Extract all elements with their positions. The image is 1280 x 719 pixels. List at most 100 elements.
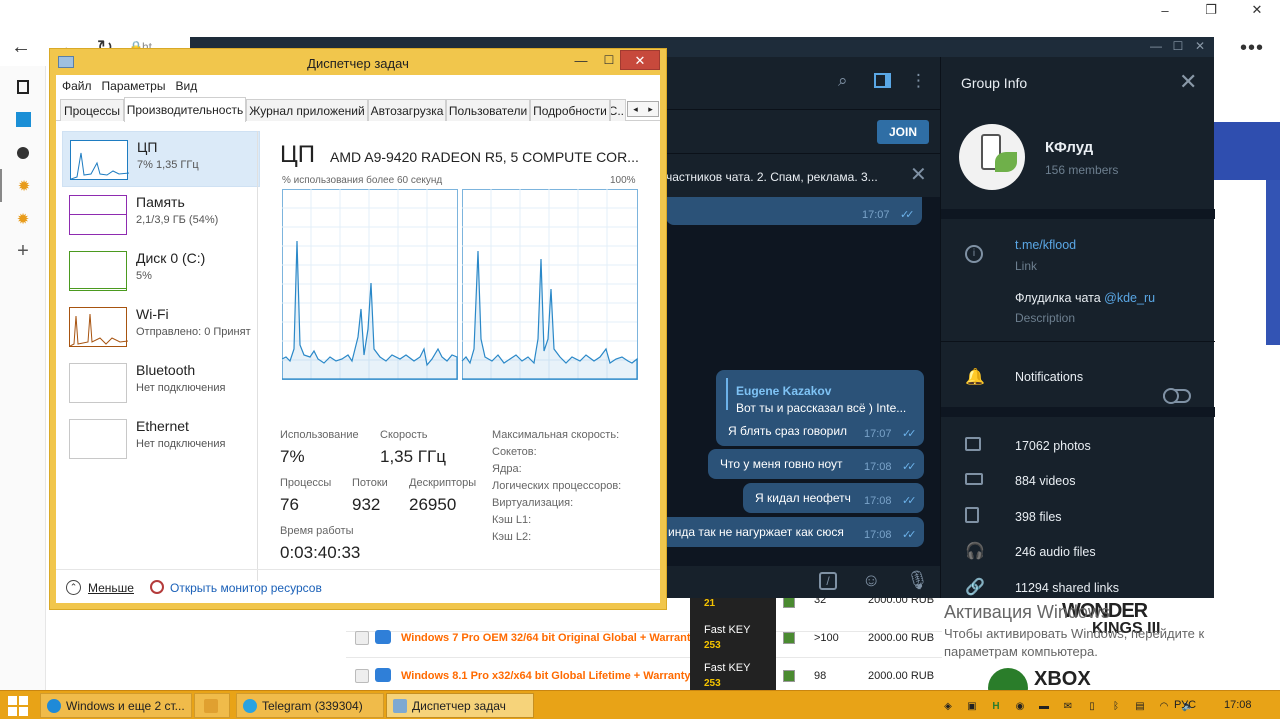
sidebar-toggle-icon[interactable] <box>874 73 891 88</box>
taskbar-task-manager[interactable]: Диспетчер задач <box>386 693 534 718</box>
cpu-graph-core-1 <box>461 189 638 380</box>
tab-details[interactable]: Подробности <box>530 99 610 121</box>
tg-maximize-button[interactable]: ☐ <box>1168 39 1188 53</box>
resource-cpu[interactable]: ЦП 7% 1,35 ГГц <box>62 131 260 187</box>
seller-name[interactable]: Fast KEY <box>704 662 750 674</box>
battery-icon[interactable]: ▯ <box>1080 697 1104 715</box>
tab-performance[interactable]: Производительность <box>124 97 246 122</box>
scroll-right-icon[interactable]: ▸ <box>643 102 658 116</box>
language-indicator[interactable]: РУС <box>1174 699 1196 711</box>
wifi-icon[interactable]: ◠ <box>1152 697 1176 715</box>
cart-icon[interactable] <box>375 630 391 644</box>
spec-virtualization: Виртуализация: <box>492 497 574 509</box>
resource-memory[interactable]: Память 2,1/3,9 ГБ (54%) <box>62 187 260 243</box>
sun-app-icon-2[interactable]: ✹ <box>0 202 46 235</box>
media-videos[interactable]: 884 videos <box>1015 474 1075 488</box>
taskbar-browser[interactable]: Windows и еще 2 ст... <box>40 693 192 718</box>
taskbar-explorer[interactable] <box>194 693 230 718</box>
resource-ethernet[interactable]: Ethernet Нет подключения <box>62 411 260 467</box>
tray-app-icon[interactable]: ◈ <box>936 697 960 715</box>
message-bubble[interactable]: инда так не нагуржает как сюся 17:08 ✓✓ <box>666 517 924 547</box>
microphone-icon[interactable]: 🎙 <box>906 570 929 591</box>
close-icon[interactable]: ✕ <box>1179 69 1197 95</box>
activation-text: Чтобы активировать Windows, перейдите к … <box>944 626 1205 659</box>
product-link[interactable]: Windows 8.1 Pro x32/x64 bit Global Lifet… <box>401 670 691 682</box>
close-button[interactable]: ✕ <box>620 50 660 70</box>
group-link[interactable]: t.me/kflood <box>1015 238 1076 252</box>
menu-view[interactable]: Вид <box>175 79 197 93</box>
tray-app-icon[interactable]: ▬ <box>1032 697 1056 715</box>
media-files[interactable]: 398 files <box>1015 510 1062 524</box>
resource-value: Нет подключения <box>136 438 226 450</box>
more-icon[interactable]: ••• <box>1240 37 1264 60</box>
cart-icon[interactable] <box>375 668 391 682</box>
double-check-icon: ✓✓ <box>902 428 917 440</box>
message-bubble[interactable]: 17:07 ✓✓ <box>666 197 922 225</box>
maximize-button[interactable]: ☐ <box>596 53 622 71</box>
message-bubble[interactable]: Eugene Kazakov Вот ты и рассказал всё ) … <box>716 370 924 446</box>
close-button[interactable]: ✕ <box>1234 0 1280 20</box>
table-row[interactable]: Windows 7 Pro OEM 32/64 bit Original Glo… <box>346 620 942 658</box>
menu-file[interactable]: Файл <box>62 79 92 93</box>
sun-app-icon[interactable]: ✹ <box>0 169 46 202</box>
row-checkbox[interactable] <box>355 631 369 645</box>
restore-button[interactable]: ❐ <box>1188 0 1234 20</box>
scroll-left-icon[interactable]: ◂ <box>628 102 643 116</box>
notification-icon[interactable]: ▤ <box>1128 697 1152 715</box>
menu-options[interactable]: Параметры <box>102 79 166 93</box>
windows-start-icon[interactable] <box>8 696 28 716</box>
tg-close-button[interactable]: ✕ <box>1190 39 1210 53</box>
product-link[interactable]: Windows 7 Pro OEM 32/64 bit Original Glo… <box>401 632 697 644</box>
message-bubble[interactable]: Я кидал неофетч 17:08 ✓✓ <box>743 483 924 513</box>
tray-app-icon[interactable]: H <box>984 697 1008 715</box>
open-resource-monitor-link[interactable]: Открыть монитор ресурсов <box>170 581 322 595</box>
tab-startup[interactable]: Автозагрузка <box>368 99 446 121</box>
minimize-button[interactable]: – <box>1142 0 1188 20</box>
message-time: 17:08 <box>864 461 892 473</box>
tab-users[interactable]: Пользователи <box>446 99 530 121</box>
resource-wifi[interactable]: Wi-Fi Отправлено: 0 Принят <box>62 299 260 355</box>
row-checkbox[interactable] <box>355 669 369 683</box>
tab-scroll-buttons[interactable]: ◂ ▸ <box>627 101 659 117</box>
media-photos[interactable]: 17062 photos <box>1015 439 1091 453</box>
tray-app-icon[interactable]: ◉ <box>1008 697 1032 715</box>
tab-services[interactable]: С... <box>610 99 626 121</box>
join-button[interactable]: JOIN <box>877 120 929 144</box>
chevron-up-icon[interactable]: ⌃ <box>66 580 81 595</box>
group-avatar[interactable] <box>959 124 1025 190</box>
task-manager-titlebar[interactable]: Диспетчер задач — ☐ ✕ <box>50 49 666 75</box>
media-links[interactable]: 11294 shared links <box>1015 581 1119 595</box>
circle-app-icon[interactable] <box>0 136 46 169</box>
member-count[interactable]: 156 members <box>1045 163 1118 177</box>
fewer-details-button[interactable]: Меньше <box>88 581 134 595</box>
close-icon[interactable]: ✕ <box>910 162 927 187</box>
bluetooth-icon[interactable]: ᛒ <box>1104 697 1128 715</box>
back-arrow-icon[interactable]: ← <box>0 36 42 59</box>
pinned-message-bar[interactable]: частников чата. 2. Спам, реклама. 3... ✕ <box>666 153 940 197</box>
minimize-button[interactable]: — <box>568 53 594 71</box>
tray-app-icon[interactable]: ▣ <box>960 697 984 715</box>
emoji-icon[interactable]: ☺ <box>862 570 880 591</box>
search-icon[interactable]: ⌕ <box>838 71 848 91</box>
clock[interactable]: 17:08 <box>1224 699 1252 711</box>
seller-name[interactable]: Fast KEY <box>704 624 750 636</box>
taskbar-telegram[interactable]: Telegram (339304) <box>236 693 384 718</box>
handles-value: 26950 <box>409 495 457 514</box>
tray-app-icon[interactable]: ✉ <box>1056 697 1080 715</box>
tg-minimize-button[interactable]: — <box>1146 39 1166 53</box>
resource-bluetooth[interactable]: Bluetooth Нет подключения <box>62 355 260 411</box>
tabs-icon[interactable] <box>0 70 46 103</box>
media-audio[interactable]: 246 audio files <box>1015 545 1096 559</box>
tab-processes[interactable]: Процессы <box>60 99 124 121</box>
more-vertical-icon[interactable]: ⋮ <box>910 71 927 91</box>
menu-bar: Файл Параметры Вид <box>56 75 660 97</box>
message-bubble[interactable]: Что у меня говно ноут 17:08 ✓✓ <box>708 449 924 479</box>
add-icon[interactable]: + <box>0 235 46 268</box>
resource-disk[interactable]: Диск 0 (C:) 5% <box>62 243 260 299</box>
message-input-bar[interactable]: / ☺ 🎙 <box>666 566 940 598</box>
notifications-toggle[interactable] <box>1163 388 1191 404</box>
description-mention[interactable]: @kde_ru <box>1104 291 1155 305</box>
bird-app-icon[interactable] <box>0 103 46 136</box>
bot-command-icon[interactable]: / <box>819 572 837 590</box>
tab-app-history[interactable]: Журнал приложений <box>246 99 368 121</box>
